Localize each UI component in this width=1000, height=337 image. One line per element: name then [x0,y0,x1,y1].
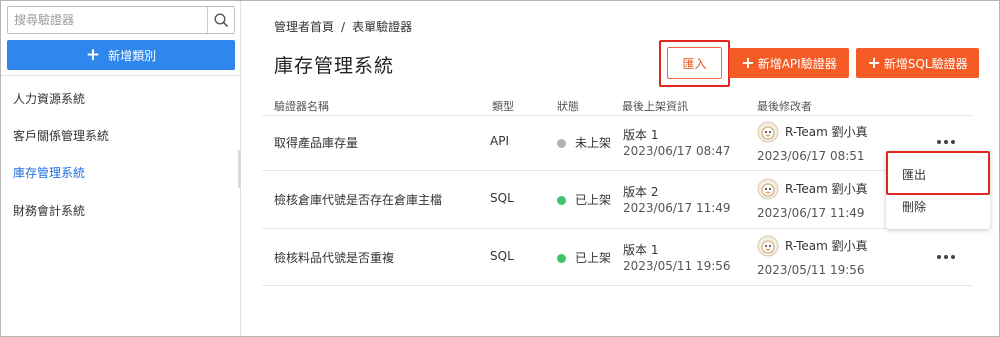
plus-icon: + [85,44,101,65]
modified-time: 2023/05/11 19:56 [757,263,865,277]
row-divider [262,170,972,171]
status-badge: 已上架 [557,249,611,266]
search-icon [213,12,228,27]
status-dot-icon [557,196,566,205]
modifier-name: R-Team 劉小真 [785,125,868,139]
breadcrumb-current: 表單驗證器 [352,20,413,34]
search-input[interactable] [14,9,204,31]
import-label: 匯入 [682,56,707,71]
import-button[interactable]: 匯入 [667,47,722,79]
main-content: 管理者首頁 / 表單驗證器 庫存管理系統 匯入 + 新增API驗證器 + 新增SQL驗證… [242,1,998,336]
modified-time: 2023/06/17 08:51 [757,149,865,163]
sidebar: + 新增類別 人力資源系統 客戶關係管理系統 庫存管理系統 財務會計系統 [1,1,241,336]
sidebar-item-finance-system[interactable]: 財務會計系統 [13,202,85,219]
column-header-status[interactable]: 狀態 [557,98,579,114]
add-sql-label: 新增SQL驗證器 [883,56,968,71]
validator-name[interactable]: 取得產品庫存量 [274,134,358,151]
breadcrumb: 管理者首頁 / 表單驗證器 [274,18,412,35]
add-api-label: 新增API驗證器 [757,56,837,71]
sidebar-item-crm-system[interactable]: 客戶關係管理系統 [13,127,109,144]
divider [1,75,240,76]
add-api-validator-button[interactable]: + 新增API驗證器 [729,48,849,78]
release-version: 版本 1 [623,243,659,257]
status-badge: 未上架 [557,134,611,151]
modifier-name: R-Team 劉小真 [785,182,868,196]
status-text: 已上架 [575,193,612,207]
search-box [7,6,235,34]
page-title: 庫存管理系統 [274,55,395,77]
validator-type: SQL [490,249,514,263]
search-button[interactable] [207,7,234,33]
add-sql-validator-button[interactable]: + 新增SQL驗證器 [856,48,979,78]
sidebar-item-inventory-system[interactable]: 庫存管理系統 [13,164,85,181]
export-highlight-box [886,151,990,195]
more-options-icon[interactable] [937,137,955,147]
status-badge: 已上架 [557,191,611,208]
validator-type: SQL [490,191,514,205]
modifier-name: R-Team 劉小真 [785,239,868,253]
breadcrumb-home[interactable]: 管理者首頁 [274,20,334,34]
column-header-name[interactable]: 驗證器名稱 [274,98,329,114]
user-avatar-icon [757,178,779,200]
release-time: 2023/06/17 11:49 [623,201,731,215]
plus-icon: + [867,53,881,72]
row-divider [262,228,972,229]
status-text: 未上架 [575,136,612,150]
release-time: 2023/05/11 19:56 [623,259,731,273]
row-divider [262,285,972,286]
add-category-button[interactable]: + 新增類別 [7,40,235,70]
more-options-icon[interactable] [937,252,955,262]
status-text: 已上架 [575,251,612,265]
breadcrumb-separator: / [341,20,346,34]
column-header-last-modifier[interactable]: 最後修改者 [757,98,812,114]
user-avatar-icon [757,121,779,143]
column-header-type[interactable]: 類型 [492,98,514,114]
sidebar-resize-handle[interactable] [238,150,241,188]
validator-name[interactable]: 檢核倉庫代號是否存在倉庫主檔 [274,191,442,208]
release-version: 版本 1 [623,128,659,142]
release-time: 2023/06/17 08:47 [623,144,731,158]
row-divider [262,115,972,116]
validator-name[interactable]: 檢核料品代號是否重複 [274,249,394,266]
sidebar-item-hr-system[interactable]: 人力資源系統 [13,90,85,107]
status-dot-icon [557,254,566,263]
menu-item-delete[interactable]: 刪除 [902,198,926,215]
status-dot-icon [557,139,566,148]
validator-type: API [490,134,509,148]
plus-icon: + [741,53,755,72]
release-version: 版本 2 [623,185,659,199]
column-header-last-release[interactable]: 最後上架資訊 [622,98,688,114]
user-avatar-icon [757,235,779,257]
modified-time: 2023/06/17 11:49 [757,206,865,220]
add-category-label: 新增類別 [108,48,157,63]
